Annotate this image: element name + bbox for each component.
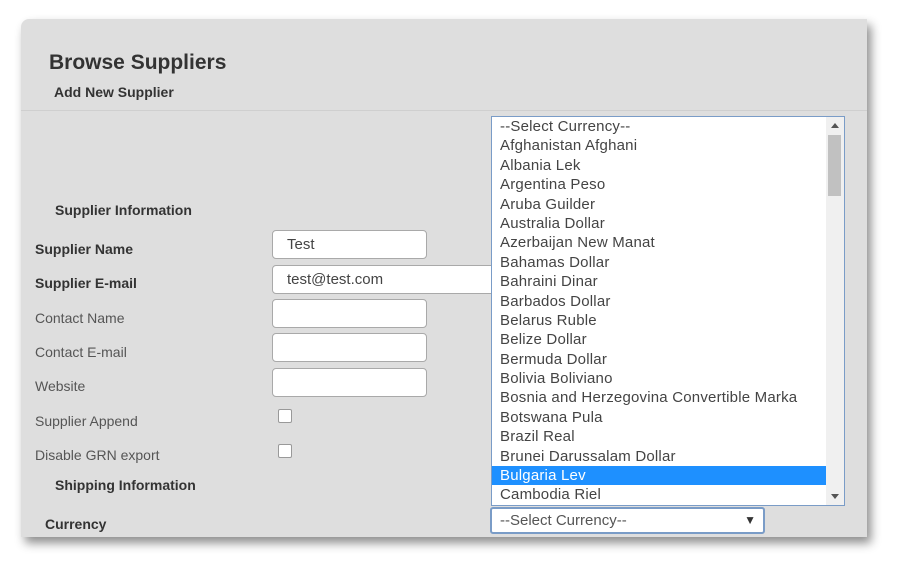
currency-select[interactable]: --Select Currency-- ▼ (490, 507, 765, 534)
website-label: Website (35, 378, 86, 394)
currency-option[interactable]: Belarus Ruble (492, 311, 826, 330)
scroll-down-arrow-icon[interactable] (831, 494, 839, 499)
chevron-down-icon: ▼ (744, 513, 756, 527)
disable-grn-export-checkbox[interactable] (278, 444, 292, 458)
currency-option[interactable]: Bolivia Boliviano (492, 369, 826, 388)
supplier-name-input[interactable]: Test (272, 230, 427, 259)
disable-grn-export-label: Disable GRN export (35, 447, 160, 463)
currency-select-value: --Select Currency-- (500, 512, 627, 529)
currency-option[interactable]: Cambodia Riel (492, 485, 826, 504)
add-new-supplier-heading: Add New Supplier (54, 84, 174, 100)
supplier-append-label: Supplier Append (35, 413, 138, 429)
website-input[interactable] (272, 368, 427, 397)
currency-option[interactable]: Brazil Real (492, 427, 826, 446)
currency-option[interactable]: Bermuda Dollar (492, 350, 826, 369)
shipping-information-heading: Shipping Information (55, 477, 196, 493)
currency-option[interactable]: Botswana Pula (492, 408, 826, 427)
header-divider (21, 110, 867, 111)
page-title: Browse Suppliers (49, 51, 227, 74)
supplier-panel: Browse Suppliers Add New Supplier Suppli… (21, 19, 867, 537)
currency-dropdown-list[interactable]: --Select Currency-- Afghanistan Afghani Al… (491, 116, 845, 506)
currency-option[interactable]: --Select Currency-- (492, 117, 826, 136)
currency-option[interactable]: Bahamas Dollar (492, 253, 826, 272)
contact-email-label: Contact E-mail (35, 344, 127, 360)
supplier-email-input[interactable]: test@test.com (272, 265, 502, 294)
currency-option[interactable]: Australia Dollar (492, 214, 826, 233)
currency-option[interactable]: Bahraini Dinar (492, 272, 826, 291)
scroll-thumb[interactable] (828, 135, 841, 196)
contact-email-input[interactable] (272, 333, 427, 362)
supplier-name-label: Supplier Name (35, 241, 134, 257)
currency-option[interactable]: Barbados Dollar (492, 292, 826, 311)
currency-option[interactable]: Bosnia and Herzegovina Convertible Marka (492, 388, 826, 407)
currency-option[interactable]: Belize Dollar (492, 330, 826, 349)
currency-option[interactable]: Afghanistan Afghani (492, 136, 826, 155)
currency-option[interactable]: Albania Lek (492, 156, 826, 175)
currency-options: --Select Currency-- Afghanistan Afghani Al… (492, 117, 826, 505)
supplier-information-heading: Supplier Information (55, 202, 192, 218)
currency-option[interactable]: Brunei Darussalam Dollar (492, 447, 826, 466)
scroll-up-arrow-icon[interactable] (831, 123, 839, 128)
supplier-append-checkbox[interactable] (278, 409, 292, 423)
contact-name-input[interactable] (272, 299, 427, 328)
contact-name-label: Contact Name (35, 310, 125, 326)
currency-option[interactable]: Azerbaijan New Manat (492, 233, 826, 252)
currency-option[interactable]: Bulgaria Lev (492, 466, 826, 486)
dropdown-scrollbar[interactable] (826, 117, 844, 505)
supplier-email-label: Supplier E-mail (35, 275, 137, 291)
currency-option[interactable]: Aruba Guilder (492, 195, 826, 214)
currency-option[interactable]: Argentina Peso (492, 175, 826, 194)
currency-label: Currency (45, 516, 107, 532)
